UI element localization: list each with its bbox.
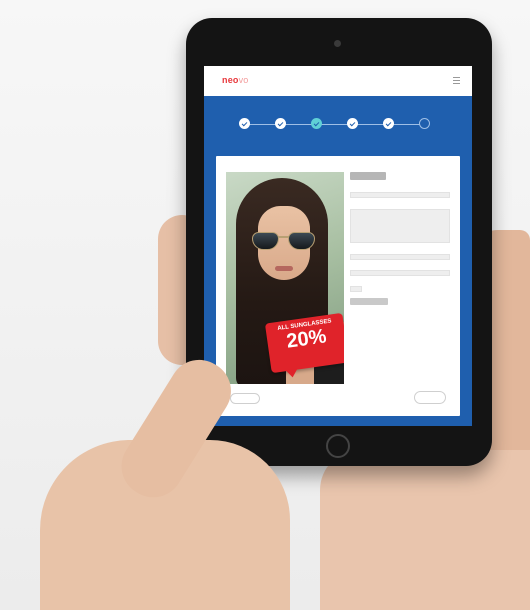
title-input[interactable] — [350, 192, 450, 198]
step-1[interactable] — [238, 118, 250, 132]
app-header: neovo — [204, 66, 472, 97]
secondary-button[interactable] — [350, 298, 388, 305]
stepper-line — [244, 124, 424, 125]
quantity-input[interactable] — [350, 286, 362, 292]
description-textarea[interactable] — [350, 209, 450, 243]
step-done-icon — [238, 118, 250, 129]
promo-badge[interactable]: ALL SUNGLASSES 20% — [264, 312, 344, 374]
hamburger-menu-icon[interactable] — [453, 77, 460, 84]
brand-logo[interactable]: neovo — [222, 75, 249, 85]
camera-dot — [334, 40, 341, 47]
step-done-icon — [346, 118, 358, 129]
step-pending-icon — [418, 118, 430, 129]
step-done-icon — [274, 118, 286, 129]
sunglasses-graphic — [252, 232, 316, 252]
right-wrist — [320, 450, 530, 610]
content-area: ALL SUNGLASSES 20% — [204, 96, 472, 426]
model-lips — [275, 266, 293, 271]
home-button[interactable] — [326, 434, 350, 458]
next-button[interactable] — [414, 391, 446, 404]
editor-panel: ALL SUNGLASSES 20% — [216, 156, 460, 416]
ad-form — [350, 172, 450, 312]
photo-scene: neovo ALL SUNGLASSES 20% — [0, 0, 530, 610]
step-5[interactable] — [382, 118, 394, 132]
logo-secondary: vo — [238, 75, 249, 85]
upload-button[interactable] — [350, 172, 386, 180]
step-done-icon — [382, 118, 394, 129]
step-4[interactable] — [346, 118, 358, 132]
step-active-icon — [310, 118, 322, 129]
step-2[interactable] — [274, 118, 286, 132]
logo-primary: neo — [222, 75, 239, 85]
step-6[interactable] — [418, 118, 430, 132]
back-button[interactable] — [230, 393, 260, 404]
tablet-screen: neovo ALL SUNGLASSES 20% — [204, 66, 472, 426]
progress-stepper — [238, 118, 438, 140]
price-input[interactable] — [350, 254, 450, 260]
url-input[interactable] — [350, 270, 450, 276]
tablet-device: neovo ALL SUNGLASSES 20% — [186, 18, 492, 466]
step-3[interactable] — [310, 118, 322, 132]
ad-preview-image[interactable]: ALL SUNGLASSES 20% — [226, 172, 344, 384]
